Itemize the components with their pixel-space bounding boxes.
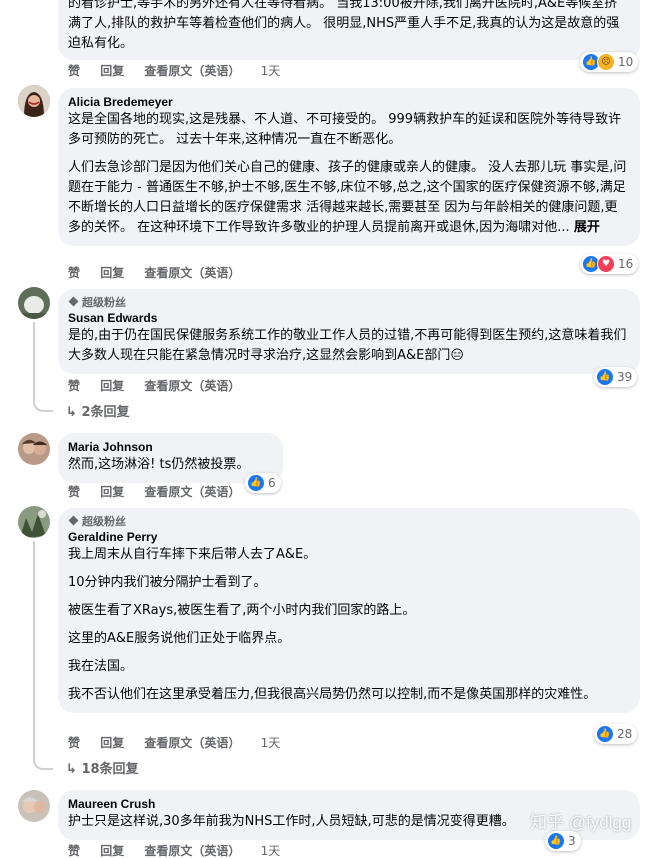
comment-bubble: 超级粉丝 Geraldine Perry 我上周末从自行车摔下来后带人去了A&E… [58, 508, 640, 713]
reaction-count: 39 [617, 370, 633, 384]
reply-button[interactable]: 回复 [100, 379, 124, 393]
comment-actions: 赞 回复 查看原文（英语） [68, 264, 256, 281]
reply-button[interactable]: 回复 [100, 485, 124, 499]
like-icon: 👍 [596, 725, 614, 743]
like-button[interactable]: 赞 [68, 266, 80, 280]
thread-line [33, 322, 53, 412]
love-icon: ♥ [597, 255, 615, 273]
comment-actions: 赞 回复 查看原文（英语） 1天 [68, 734, 296, 751]
like-icon: 👍 [547, 832, 565, 850]
comment-text: 是的,由于仍在国民保健服务系统工作的敬业工作人员的过错,不再可能得到医生预约,这… [68, 328, 627, 363]
like-button[interactable]: 赞 [68, 485, 80, 499]
comment-author[interactable]: Alicia Bredemeyer [68, 94, 628, 110]
comment-text: 的看诊护士,等手术的另外还有人在等待看病。 当我13:00被开除,我们离开医院时… [68, 0, 620, 51]
comment-author[interactable]: Geraldine Perry [68, 529, 628, 545]
like-icon: 👍 [247, 474, 265, 492]
comment-bubble: 超级粉丝 Susan Edwards 是的,由于仍在国民保健服务系统工作的敬业工… [58, 289, 640, 374]
comment-text: 这里的A&E服务说他们正处于临界点。 [68, 631, 291, 646]
reply-button[interactable]: 回复 [100, 736, 124, 750]
sad-icon: ☹ [597, 53, 615, 71]
reply-button[interactable]: 回复 [100, 64, 124, 78]
comment-actions: 赞 回复 查看原文（英语） 1天 [68, 62, 296, 79]
thread-line [33, 541, 53, 770]
reaction-summary[interactable]: 👍 28 [594, 724, 638, 744]
see-original-button[interactable]: 查看原文（英语） [144, 379, 240, 393]
reaction-summary[interactable]: 👍 ♥ 16 [580, 254, 639, 274]
reaction-count: 16 [618, 257, 634, 271]
avatar[interactable] [18, 790, 50, 822]
reply-arrow-icon: ↳ [66, 405, 77, 420]
avatar[interactable] [18, 287, 50, 319]
comment-text: 然而,这场淋浴! ts仍然被投票。 [68, 457, 250, 472]
like-button[interactable]: 赞 [68, 844, 80, 858]
comment-text: 10分钟内我们被分隔护士看到了。 [68, 575, 267, 590]
reaction-count: 28 [617, 727, 633, 741]
view-replies-link[interactable]: ↳ 2条回复 [66, 401, 129, 420]
comment-actions: 赞 回复 查看原文（英语） [68, 483, 256, 500]
comment-author[interactable]: Maria Johnson [68, 439, 271, 455]
top-fan-badge: 超级粉丝 [68, 295, 628, 310]
comment-text: 人们去急诊部门是因为他们关心自己的健康、孩子的健康或亲人的健康。 没人去那儿玩 … [68, 160, 627, 235]
like-button[interactable]: 赞 [68, 379, 80, 393]
like-button[interactable]: 赞 [68, 736, 80, 750]
avatar[interactable] [18, 85, 50, 117]
like-icon: 👍 [596, 368, 614, 386]
reaction-count: 3 [568, 834, 576, 848]
comment-bubble: 的看诊护士,等手术的另外还有人在等待看病。 当我13:00被开除,我们离开医院时… [58, 0, 640, 60]
comment-bubble: Alicia Bredemeyer 这是全国各地的现实,这是残暴、不人道、不可接… [58, 88, 640, 246]
see-original-button[interactable]: 查看原文（英语） [144, 266, 240, 280]
like-button[interactable]: 赞 [68, 64, 80, 78]
reaction-summary[interactable]: 👍 39 [594, 367, 638, 387]
comment-text: 被医生看了XRays,被医生看了,两个小时内我们回家的路上。 [68, 603, 416, 618]
reaction-count: 6 [268, 476, 276, 490]
reaction-summary[interactable]: 👍 ☹ 10 [580, 52, 639, 72]
comment-time: 1天 [260, 64, 281, 78]
comment-text: 我不否认他们在这里承受着压力,但我很高兴局势仍然可以控制,而不是像英国那样的灾难… [68, 687, 597, 702]
reaction-summary[interactable]: 👍 6 [245, 473, 281, 493]
comment-text: 我在法国。 [68, 659, 134, 674]
see-more-link[interactable]: 展开 [574, 220, 600, 235]
comment-time: 1天 [260, 736, 281, 750]
avatar[interactable] [18, 506, 50, 538]
see-original-button[interactable]: 查看原文（英语） [144, 485, 240, 499]
avatar[interactable] [18, 433, 50, 465]
view-replies-link[interactable]: ↳ 18条回复 [66, 758, 139, 777]
reply-arrow-icon: ↳ [66, 762, 77, 777]
see-original-button[interactable]: 查看原文（英语） [144, 844, 240, 858]
reaction-count: 10 [618, 55, 634, 69]
watermark: 知乎 @fydlgg [530, 813, 632, 832]
comment-text: 这是全国各地的现实,这是残暴、不人道、不可接受的。 999辆救护车的延误和医院外… [68, 112, 622, 147]
comment-actions: 赞 回复 查看原文（英语） 1天 [68, 842, 296, 859]
comment-text: 我上周末从自行车摔下来后带人去了A&E。 [68, 547, 317, 562]
comment-author[interactable]: Susan Edwards [68, 310, 628, 326]
top-fan-badge: 超级粉丝 [68, 514, 628, 529]
see-original-button[interactable]: 查看原文（英语） [144, 736, 240, 750]
comment-time: 1天 [260, 844, 281, 858]
reply-button[interactable]: 回复 [100, 844, 124, 858]
see-original-button[interactable]: 查看原文（英语） [144, 64, 240, 78]
reaction-summary[interactable]: 👍 3 [545, 831, 581, 851]
comment-actions: 赞 回复 查看原文（英语） [68, 377, 256, 394]
reply-button[interactable]: 回复 [100, 266, 124, 280]
